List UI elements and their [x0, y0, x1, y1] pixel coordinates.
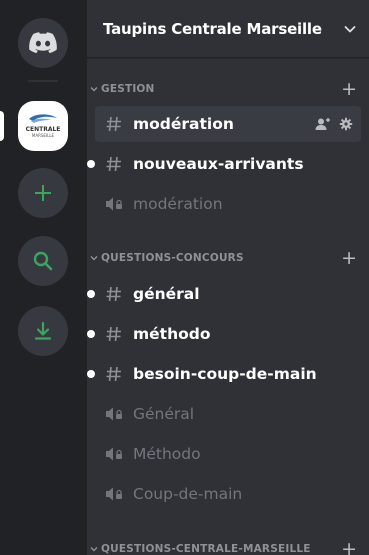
- download-apps-button[interactable]: [18, 306, 68, 356]
- server-icon-centrale-marseille[interactable]: CENTRALE MARSEILLE: [18, 101, 68, 151]
- search-icon: [33, 251, 53, 271]
- download-icon: [34, 321, 52, 340]
- speaker-lock-icon: [103, 483, 125, 505]
- channel-moderation-voice[interactable]: modération: [95, 186, 361, 222]
- category-questions-concours[interactable]: QUESTIONS-CONCOURS +: [87, 247, 369, 269]
- server-header[interactable]: Taupins Centrale Marseille: [87, 0, 369, 58]
- chevron-down-icon: [344, 25, 356, 32]
- channel-coup-de-main-voice[interactable]: Coup-de-main: [95, 476, 361, 512]
- discord-logo-icon: [29, 32, 57, 54]
- create-channel-icon[interactable]: +: [341, 539, 357, 555]
- channel-label: Méthodo: [133, 445, 201, 463]
- plus-icon: [35, 185, 51, 201]
- channel-label: besoin-coup-de-main: [133, 365, 317, 383]
- channel-general-voice[interactable]: Général: [95, 396, 361, 432]
- category-label: GESTION: [101, 83, 155, 95]
- hashtag-icon: [103, 283, 125, 305]
- speaker-lock-icon: [103, 193, 125, 215]
- hashtag-icon: [103, 363, 125, 385]
- channel-label: modération: [133, 195, 223, 213]
- unread-indicator: [87, 330, 95, 338]
- discord-app: CENTRALE MARSEILLE Taupins Centrale Mars…: [0, 0, 369, 555]
- speaker-lock-icon: [103, 443, 125, 465]
- create-invite-icon[interactable]: [315, 117, 331, 131]
- category-questions-centrale-marseille[interactable]: QUESTIONS-CENTRALE-MARSEILLE +: [87, 538, 369, 555]
- server-name: Taupins Centrale Marseille: [103, 19, 322, 38]
- logo-text-1: CENTRALE: [26, 126, 61, 133]
- category-gestion[interactable]: GESTION +: [87, 78, 369, 100]
- channel-label: Coup-de-main: [133, 485, 243, 503]
- chevron-down-icon: [90, 547, 98, 552]
- hashtag-icon: [103, 113, 125, 135]
- server-rail: CENTRALE MARSEILLE: [0, 0, 87, 555]
- create-channel-icon[interactable]: +: [341, 79, 357, 99]
- add-server-button[interactable]: [18, 168, 68, 218]
- hashtag-icon: [103, 323, 125, 345]
- hashtag-icon: [103, 153, 125, 175]
- channel-general-text[interactable]: général: [87, 276, 361, 312]
- channel-label: Général: [133, 405, 195, 423]
- channel-methodo-voice[interactable]: Méthodo: [95, 436, 361, 472]
- channel-label: général: [133, 285, 200, 303]
- channel-label: méthodo: [133, 325, 211, 343]
- channel-methodo-text[interactable]: méthodo: [87, 316, 361, 352]
- channel-sidebar: Taupins Centrale Marseille GESTION + mod…: [87, 0, 369, 555]
- chevron-down-icon: [90, 87, 98, 92]
- category-label: QUESTIONS-CENTRALE-MARSEILLE: [101, 543, 311, 555]
- channel-besoin-coup-de-main[interactable]: besoin-coup-de-main: [87, 356, 361, 392]
- rail-separator: [28, 80, 58, 82]
- speaker-lock-icon: [103, 403, 125, 425]
- explore-servers-button[interactable]: [18, 236, 68, 286]
- category-label: QUESTIONS-CONCOURS: [101, 252, 244, 264]
- unread-indicator: [87, 160, 95, 168]
- centrale-marseille-logo-icon: CENTRALE MARSEILLE: [26, 114, 61, 138]
- create-channel-icon[interactable]: +: [341, 248, 357, 268]
- chevron-down-icon: [90, 256, 98, 261]
- channel-label: nouveaux-arrivants: [133, 155, 304, 173]
- channel-nouveaux-arrivants[interactable]: nouveaux-arrivants: [87, 146, 361, 182]
- channel-moderation-text[interactable]: modération: [95, 106, 361, 142]
- channel-label: modération: [133, 115, 234, 133]
- unread-indicator: [87, 370, 95, 378]
- gear-icon[interactable]: [339, 117, 353, 131]
- logo-text-2: MARSEILLE: [32, 133, 55, 138]
- home-button[interactable]: [18, 18, 68, 68]
- selected-server-indicator: [0, 111, 4, 141]
- unread-indicator: [87, 290, 95, 298]
